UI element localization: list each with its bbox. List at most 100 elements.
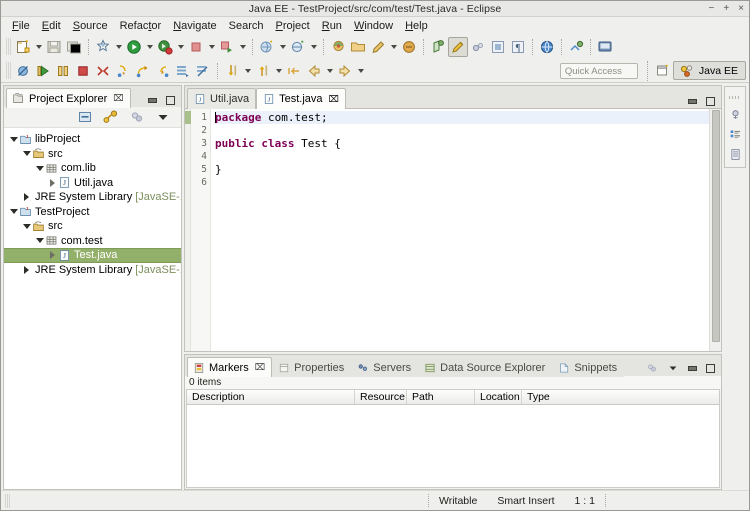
column-header-resource[interactable]: Resource bbox=[355, 390, 407, 404]
open-declaration-icon[interactable] bbox=[222, 61, 242, 81]
tab-snippets[interactable]: Snippets bbox=[552, 357, 625, 377]
expand-arrow-icon[interactable] bbox=[8, 132, 19, 146]
skip-breakpoints-icon[interactable] bbox=[13, 61, 33, 81]
editor-canvas[interactable]: 1 2 3 4 5 6 package com.test; public cla… bbox=[185, 108, 721, 351]
maximize-view-icon[interactable] bbox=[706, 363, 715, 373]
menu-help[interactable]: Help bbox=[399, 19, 434, 33]
editor-tab-util-java[interactable]: J Util.java bbox=[187, 88, 257, 109]
tree-item-jre-system-library[interactable]: JRE System Library [JavaSE-1.8] bbox=[4, 190, 181, 205]
expand-arrow-icon[interactable] bbox=[34, 234, 45, 248]
search-dropdown-icon[interactable] bbox=[388, 37, 399, 57]
run-dropdown-icon[interactable] bbox=[144, 37, 155, 57]
tree-item-src[interactable]: src bbox=[4, 147, 181, 162]
minimize-view-icon[interactable] bbox=[148, 98, 157, 103]
open-perspective-icon[interactable] bbox=[653, 61, 673, 81]
toggle-mark-occurrences-icon[interactable] bbox=[448, 36, 468, 57]
link-with-editor-icon[interactable] bbox=[103, 109, 119, 125]
menu-search[interactable]: Search bbox=[223, 19, 270, 33]
collapse-all-icon[interactable] bbox=[77, 109, 93, 125]
expand-arrow-icon[interactable] bbox=[8, 205, 19, 219]
expand-arrow-icon[interactable] bbox=[21, 219, 32, 233]
menu-window[interactable]: Window bbox=[348, 19, 399, 33]
menu-refactor[interactable]: Refactor bbox=[114, 19, 168, 33]
minimize-editor-icon[interactable] bbox=[688, 99, 697, 104]
menu-run[interactable]: Run bbox=[316, 19, 348, 33]
maximize-editor-icon[interactable] bbox=[706, 97, 715, 106]
menu-navigate[interactable]: Navigate bbox=[167, 19, 222, 33]
editor-tab-test-java[interactable]: J Test.java ⌧ bbox=[256, 88, 346, 109]
open-task-icon[interactable] bbox=[488, 37, 508, 57]
scrollbar-thumb[interactable] bbox=[711, 110, 720, 343]
open-type-hierarchy-dropdown-icon[interactable] bbox=[273, 61, 284, 81]
close-icon[interactable]: ⌧ bbox=[255, 362, 265, 373]
markers-table[interactable]: Description Resource Path Location Type bbox=[186, 389, 720, 488]
new-wizard-icon[interactable] bbox=[13, 37, 33, 57]
tab-data-source-explorer[interactable]: Data Source Explorer bbox=[418, 357, 553, 377]
minimize-view-icon[interactable] bbox=[688, 365, 697, 371]
run-icon[interactable] bbox=[124, 37, 144, 57]
tree-item-com-test[interactable]: com.test bbox=[4, 234, 181, 249]
back-dropdown-icon[interactable] bbox=[324, 61, 335, 81]
close-icon[interactable]: ⌧ bbox=[113, 93, 123, 104]
new-java-project-icon[interactable] bbox=[257, 37, 277, 57]
quick-access-input[interactable]: Quick Access bbox=[559, 62, 638, 79]
last-edit-location-icon[interactable] bbox=[284, 61, 304, 81]
step-into-icon[interactable] bbox=[113, 61, 133, 81]
tab-markers[interactable]: Markers ⌧ bbox=[187, 357, 273, 377]
stop-icon[interactable] bbox=[186, 37, 206, 57]
markers-table-body[interactable] bbox=[187, 405, 719, 487]
back-icon[interactable] bbox=[304, 61, 324, 81]
new-wizard-dropdown-icon[interactable] bbox=[33, 37, 44, 57]
tab-project-explorer[interactable]: Project Explorer ⌧ bbox=[6, 88, 131, 108]
menu-file[interactable]: File bbox=[6, 19, 36, 33]
show-logical-structure-icon[interactable] bbox=[173, 61, 193, 81]
open-console-icon[interactable] bbox=[595, 37, 615, 57]
disconnect-icon[interactable] bbox=[93, 61, 113, 81]
menu-edit[interactable]: Edit bbox=[36, 19, 67, 33]
open-type-hierarchy-icon[interactable] bbox=[253, 61, 273, 81]
step-over-icon[interactable] bbox=[133, 61, 153, 81]
column-header-description[interactable]: Description bbox=[187, 390, 355, 404]
tree-item-libproject[interactable]: libProject bbox=[4, 132, 181, 147]
tree-item-testproject[interactable]: TestProject bbox=[4, 205, 181, 220]
save-icon[interactable] bbox=[44, 37, 64, 57]
maximize-view-icon[interactable] bbox=[166, 96, 175, 105]
tree-item-test-java[interactable]: J Test.java bbox=[4, 248, 181, 263]
column-header-type[interactable]: Type bbox=[522, 390, 719, 404]
build-all-icon[interactable] bbox=[93, 37, 113, 57]
column-header-location[interactable]: Location bbox=[475, 390, 522, 404]
debug-icon[interactable] bbox=[155, 37, 175, 57]
new-package-icon[interactable] bbox=[288, 37, 308, 57]
run-last-dropdown-icon[interactable] bbox=[237, 37, 248, 57]
external-tools-icon[interactable] bbox=[399, 37, 419, 57]
resume-icon[interactable] bbox=[33, 61, 53, 81]
focus-on-active-task-icon[interactable] bbox=[646, 362, 658, 374]
tree-item-util-java[interactable]: J Util.java bbox=[4, 176, 181, 191]
tab-properties[interactable]: Properties bbox=[272, 357, 352, 377]
expand-arrow-icon[interactable] bbox=[21, 190, 32, 204]
palette-icon[interactable] bbox=[729, 148, 742, 161]
view-menu-icon[interactable] bbox=[667, 362, 679, 374]
stop-dropdown-icon[interactable] bbox=[206, 37, 217, 57]
editor-vertical-scrollbar[interactable] bbox=[709, 109, 721, 351]
tree-item-jre-system-library[interactable]: JRE System Library [JavaSE-1.8] bbox=[4, 263, 181, 278]
run-last-tool-icon[interactable] bbox=[217, 37, 237, 57]
expand-arrow-icon[interactable] bbox=[21, 263, 32, 277]
close-icon[interactable]: × bbox=[738, 3, 744, 14]
code-text[interactable]: package com.test; public class Test { } bbox=[211, 109, 709, 351]
forward-icon[interactable] bbox=[335, 61, 355, 81]
expand-arrow-icon[interactable] bbox=[21, 147, 32, 161]
use-step-filters-icon[interactable] bbox=[193, 61, 213, 81]
view-menu-icon[interactable] bbox=[155, 109, 171, 125]
forward-dropdown-icon[interactable] bbox=[355, 61, 366, 81]
task-list-icon[interactable] bbox=[729, 128, 742, 141]
expand-arrow-icon[interactable] bbox=[34, 161, 45, 175]
project-tree[interactable]: libProject src com.lib J Util.java JRE S… bbox=[4, 128, 181, 489]
new-java-project-dropdown-icon[interactable] bbox=[277, 37, 288, 57]
save-all-icon[interactable] bbox=[64, 37, 84, 57]
open-folder-icon[interactable] bbox=[348, 37, 368, 57]
tree-item-src[interactable]: src bbox=[4, 219, 181, 234]
fast-view-grip[interactable] bbox=[729, 96, 741, 99]
column-header-path[interactable]: Path bbox=[407, 390, 475, 404]
minimize-icon[interactable]: − bbox=[708, 3, 714, 14]
